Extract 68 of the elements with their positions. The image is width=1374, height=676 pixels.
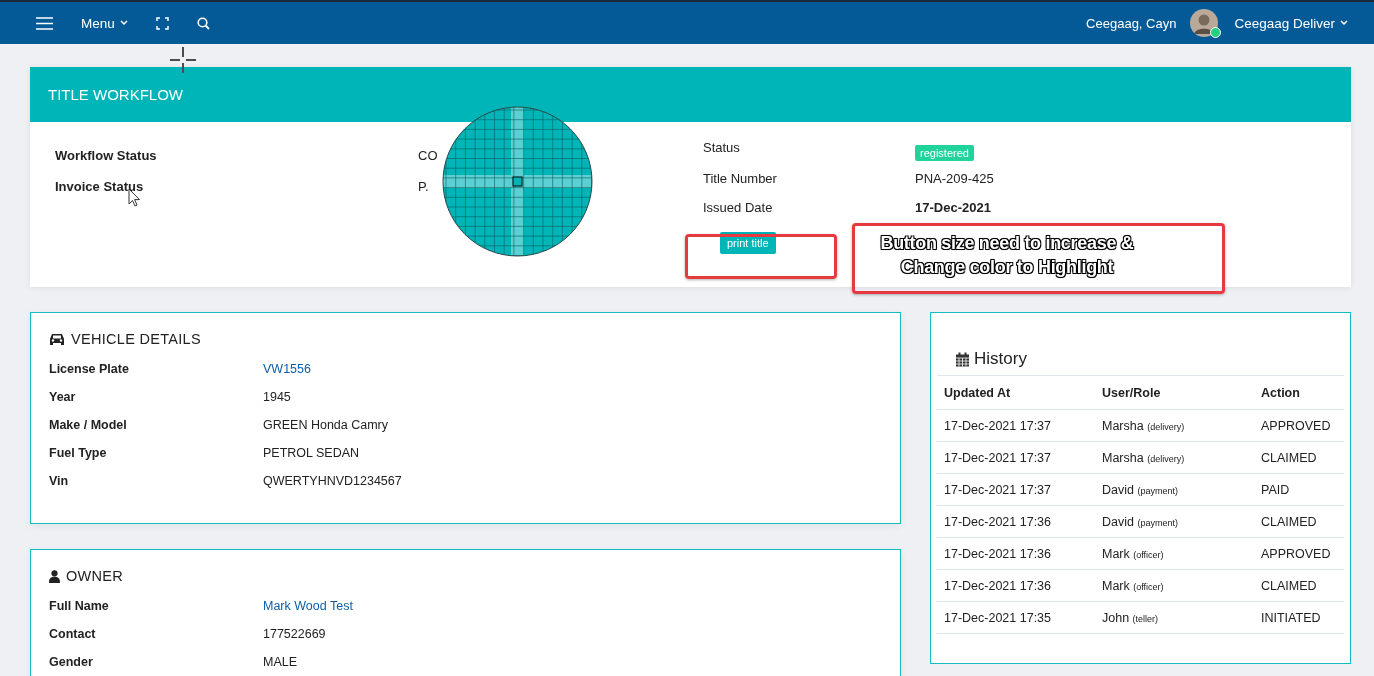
table-cell: 17-Dec-2021 17:36	[937, 537, 1095, 570]
fullscreen-icon[interactable]	[155, 16, 169, 30]
field-value: P.	[418, 179, 429, 194]
field-value: 1945	[263, 390, 292, 404]
table-cell: Marsha (delivery)	[1095, 409, 1254, 442]
table-cell: David (payment)	[1095, 505, 1254, 538]
field-label: License Plate	[49, 362, 130, 376]
field-value: QWERTYHNVD1234567	[263, 474, 403, 488]
table-cell: APPROVED	[1254, 537, 1344, 570]
table-cell: CLAIMED	[1254, 441, 1344, 474]
field-value: PETROL SEDAN	[263, 446, 361, 460]
card-title: OWNER	[66, 568, 124, 584]
field-value: MALE	[263, 655, 299, 669]
field-label: Fuel Type	[49, 446, 108, 460]
column-header: Updated At	[937, 375, 1095, 410]
table-cell: 17-Dec-2021 17:35	[937, 601, 1095, 634]
field-value: CO	[418, 148, 438, 163]
field-label: Year	[49, 390, 77, 404]
crosshair-icon	[170, 47, 196, 73]
table-cell: CLAIMED	[1254, 569, 1344, 602]
account-dropdown[interactable]: Ceegaag Deliver	[1234, 15, 1348, 31]
field-label: Title Number	[703, 171, 778, 186]
field-link[interactable]: VW1556	[263, 362, 311, 376]
table-cell: 17-Dec-2021 17:36	[937, 505, 1095, 538]
table-cell: CLAIMED	[1254, 505, 1344, 538]
table-cell: John (teller)	[1095, 601, 1254, 634]
card-title: TITLE WORKFLOW	[48, 86, 183, 103]
table-cell: Mark (officer)	[1095, 537, 1254, 570]
field-label: Full Name	[49, 599, 110, 613]
field-label: Issued Date	[703, 199, 774, 215]
status-badge: registered	[915, 144, 974, 161]
field-label: Contact	[49, 627, 97, 641]
field-link[interactable]: Mark Wood Test	[263, 599, 353, 613]
field-value: GREEN Honda Camry	[263, 418, 390, 432]
car-icon	[49, 332, 65, 346]
field-label: Make / Model	[49, 418, 128, 432]
search-icon[interactable]	[196, 16, 210, 30]
card-title: VEHICLE DETAILS	[71, 331, 201, 347]
field-label: Workflow Status	[55, 148, 157, 163]
user-icon	[49, 569, 60, 583]
menu-icon[interactable]	[36, 16, 53, 30]
table-cell: Mark (officer)	[1095, 569, 1254, 602]
calendar-icon	[955, 351, 970, 367]
chevron-down-icon	[119, 20, 128, 26]
column-header: User/Role	[1095, 375, 1254, 410]
avatar	[1190, 9, 1219, 37]
table-cell: David (payment)	[1095, 473, 1254, 506]
chevron-down-icon	[1340, 20, 1348, 26]
field-value: PNA-209-425	[915, 171, 994, 186]
table-cell: 17-Dec-2021 17:36	[937, 569, 1095, 602]
table-cell: 17-Dec-2021 17:37	[937, 441, 1095, 474]
field-label: Invoice Status	[55, 179, 144, 194]
table-cell: INITIATED	[1254, 601, 1344, 634]
field-label: Status	[703, 140, 741, 155]
menu-dropdown[interactable]: Menu	[81, 15, 128, 31]
card-title: History	[974, 349, 1027, 369]
table-cell: APPROVED	[1254, 409, 1344, 442]
field-label: Gender	[49, 655, 94, 669]
table-cell: 17-Dec-2021 17:37	[937, 473, 1095, 506]
field-value: 17-Dec-2021	[915, 199, 992, 215]
column-header: Action	[1254, 375, 1344, 410]
field-value: 177522669	[263, 627, 327, 641]
table-cell: PAID	[1254, 473, 1344, 506]
user-name: Ceegaag, Cayn	[1086, 15, 1177, 31]
table-cell: 17-Dec-2021 17:37	[937, 409, 1095, 442]
table-cell: Marsha (delivery)	[1095, 441, 1254, 474]
annotation-note: Button size need to increase & Change color to Highlight	[879, 232, 1136, 279]
field-label: Vin	[49, 474, 70, 488]
